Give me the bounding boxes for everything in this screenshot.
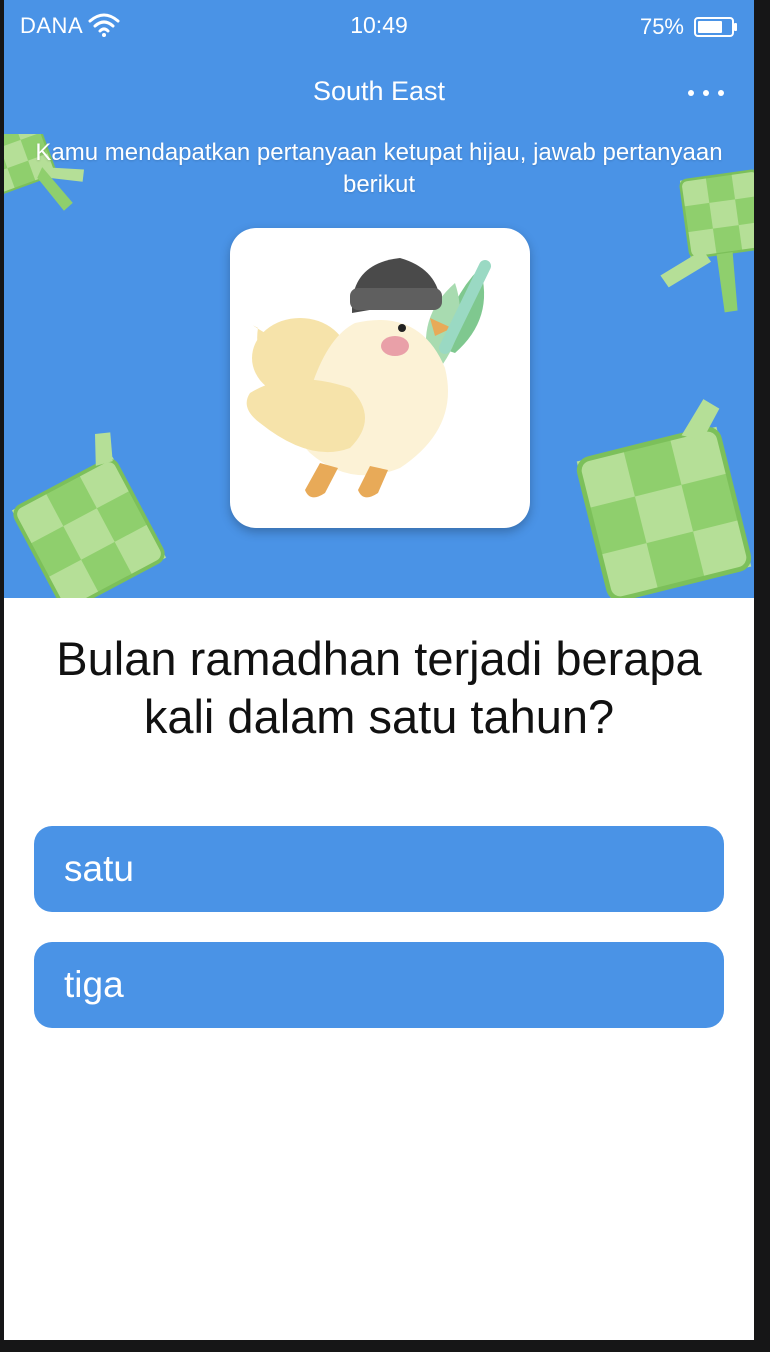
navigation-bar: South East <box>4 54 754 134</box>
answer-label: satu <box>64 848 134 889</box>
question-text: Bulan ramadhan terjadi berapa kali dalam… <box>56 632 702 743</box>
more-options-button[interactable] <box>682 76 730 108</box>
answer-button[interactable]: satu <box>34 826 724 912</box>
battery-percent: 75% <box>639 14 684 39</box>
hero-banner: Kamu mendapatkan pertanyaan ketupat hija… <box>4 134 754 598</box>
page-title: South East <box>312 76 446 106</box>
app-screen: DANA 10:49 75% South East Kamu mendapatk… <box>4 0 754 1340</box>
more-horizontal-icon <box>718 90 724 96</box>
hero-message: Kamu mendapatkan pertanyaan ketupat hija… <box>35 139 723 198</box>
ketupat-icon <box>569 399 754 598</box>
answer-label: tiga <box>64 964 124 1005</box>
mascot-card <box>230 228 530 528</box>
more-horizontal-icon <box>688 90 694 96</box>
more-horizontal-icon <box>703 90 709 96</box>
battery-fill <box>698 21 722 33</box>
chick-mascot-icon <box>246 258 491 498</box>
status-bar: DANA 10:49 75% <box>4 0 754 54</box>
battery-icon <box>694 17 737 37</box>
answer-button[interactable]: tiga <box>34 942 724 1028</box>
ketupat-icon <box>10 432 168 598</box>
